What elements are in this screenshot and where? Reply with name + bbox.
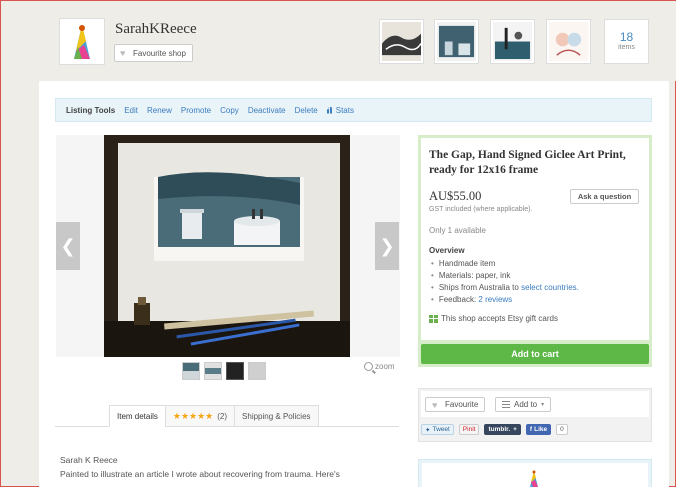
tab-item-details[interactable]: Item details [109, 405, 166, 427]
overview-materials-text: Materials: paper, ink [438, 271, 511, 280]
overview-feedback: Feedback: 2 reviews [431, 294, 579, 306]
gallery-thumb-1[interactable] [182, 362, 200, 380]
shop-avatar[interactable] [59, 18, 105, 65]
gallery-thumb-2[interactable] [204, 362, 222, 380]
listing-tabs: Item details ★★★★★ (2) Shipping & Polici… [109, 405, 319, 427]
tool-stats-link[interactable]: Stats [326, 105, 354, 115]
avatar-illustration [62, 21, 102, 63]
thumb-image [493, 22, 532, 61]
description-line-2: Painted to illustrate an article I wrote… [60, 469, 340, 479]
overview-title: Overview [429, 246, 465, 255]
thumb-image [437, 22, 476, 61]
stats-label: Stats [335, 105, 354, 115]
favourite-item-label: Favourite [445, 400, 479, 409]
pinit-button[interactable]: Pinit [458, 424, 480, 435]
tab-reviews-count: (2) [217, 411, 228, 421]
gallery-prev-button[interactable]: ❮ [56, 222, 80, 270]
shop-item-thumb-1[interactable] [379, 19, 424, 64]
add-to-label: Add to [514, 400, 538, 409]
shop-item-thumb-3[interactable] [490, 19, 535, 64]
gift-cards-text: This shop accepts Etsy gift cards [441, 314, 558, 323]
tumblr-label: tumblr. [488, 426, 511, 433]
chevron-right-icon: ❯ [379, 235, 395, 256]
item-title: The Gap, Hand Signed Giclee Art Print, r… [429, 149, 626, 176]
thumb-image [382, 22, 422, 61]
overview-shipping: Ships from Australia to select countries… [431, 282, 579, 294]
facebook-like-button[interactable]: f Like [525, 424, 552, 435]
tab-shipping-policies[interactable]: Shipping & Policies [234, 405, 319, 427]
heart-icon: ♥ [120, 48, 126, 58]
overview-handmade: Handmade item [431, 258, 579, 270]
share-buttons: ✦ Tweet Pinit tumblr. + f Like 0 [421, 424, 568, 435]
tweet-label: Tweet [432, 426, 450, 433]
shop-items-count[interactable]: 18 items [604, 19, 649, 64]
reviews-link[interactable]: 2 reviews [478, 295, 512, 304]
heart-icon: ♥ [432, 399, 438, 410]
overview-materials: Materials: paper, ink [431, 270, 579, 282]
favourite-item-button[interactable]: ♥ Favourite [425, 397, 486, 412]
gallery-thumb-4[interactable] [248, 362, 266, 380]
overview-ships-text: Ships from Australia to [438, 283, 522, 292]
shop-item-thumb-2[interactable] [434, 19, 479, 64]
shop-name[interactable]: SarahKReece [115, 21, 197, 38]
gift-cards-note: This shop accepts Etsy gift cards [429, 314, 558, 323]
description-line-1: Sarah K Reece [60, 455, 118, 465]
tab-reviews[interactable]: ★★★★★ (2) [164, 405, 236, 427]
overview-list: Handmade item Materials: paper, ink Ship… [431, 258, 579, 306]
thumb-image [549, 22, 588, 61]
magnifier-icon [364, 362, 373, 371]
tumblr-plus: + [513, 426, 517, 433]
gallery-next-button[interactable]: ❯ [375, 222, 399, 270]
tool-promote-link[interactable]: Promote [181, 106, 211, 115]
items-count-value: 18 [619, 30, 634, 44]
ask-question-button[interactable]: Ask a question [570, 189, 639, 204]
select-countries-link[interactable]: select countries. [521, 283, 579, 292]
like-count: 0 [556, 424, 568, 435]
gst-note: GST included (where applicable). [429, 206, 533, 213]
item-description: Sarah K Reece Painted to illustrate an a… [60, 453, 380, 481]
twitter-bird-icon: ✦ [425, 426, 431, 434]
tool-delete-link[interactable]: Delete [295, 106, 318, 115]
facebook-icon: f [529, 426, 533, 433]
list-icon [502, 401, 510, 408]
shop-item-thumb-4[interactable] [546, 19, 591, 64]
like-label: Like [534, 426, 548, 433]
zoom-link[interactable]: zoom [364, 362, 395, 371]
listing-tools-title: Listing Tools [66, 105, 116, 115]
shop-owner-avatar[interactable] [526, 469, 542, 487]
overview-feedback-text: Feedback: [438, 295, 479, 304]
tab-item-details-label: Item details [117, 411, 158, 421]
shop-header: SarahKReece ♥ Favourite shop 18 items [1, 1, 676, 81]
tab-shipping-label: Shipping & Policies [242, 411, 311, 421]
listing-tools-bar: Listing Tools Edit Renew Promote Copy De… [55, 98, 652, 122]
add-to-cart-button[interactable]: Add to cart [421, 344, 649, 364]
main-listing-photo[interactable] [104, 135, 350, 357]
tool-deactivate-link[interactable]: Deactivate [248, 106, 286, 115]
tool-copy-link[interactable]: Copy [220, 106, 239, 115]
photo-illustration [104, 135, 350, 357]
items-count-label: items [618, 44, 635, 51]
gallery-thumbnails [182, 362, 266, 380]
item-price: AU$55.00 [429, 189, 482, 203]
gallery-thumb-3[interactable] [226, 362, 244, 380]
tweet-button[interactable]: ✦ Tweet [421, 424, 454, 435]
favourite-shop-label: Favourite shop [133, 48, 186, 58]
stats-icon [326, 106, 334, 114]
favourite-shop-button[interactable]: ♥ Favourite shop [114, 44, 193, 62]
overview-handmade-text: Handmade item [438, 259, 496, 268]
tumblr-button[interactable]: tumblr. + [484, 424, 521, 435]
gift-card-icon [429, 314, 438, 323]
zoom-label: zoom [375, 362, 395, 371]
star-rating-icon: ★★★★★ [172, 410, 214, 421]
availability-text: Only 1 available [429, 226, 486, 235]
add-to-list-button[interactable]: Add to ▾ [495, 397, 552, 412]
chevron-left-icon: ❮ [60, 235, 76, 256]
chevron-down-icon: ▾ [541, 402, 545, 408]
tool-edit-link[interactable]: Edit [124, 106, 138, 115]
tool-renew-link[interactable]: Renew [147, 106, 172, 115]
